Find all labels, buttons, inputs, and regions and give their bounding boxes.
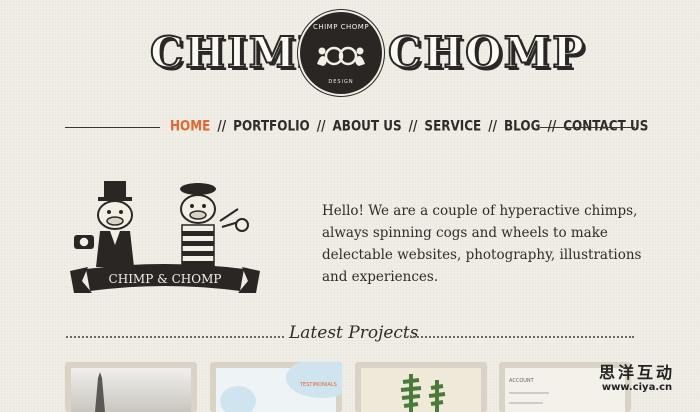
logo-top-text: CHIMP CHOMP xyxy=(312,23,370,31)
nav-item-service[interactable]: SERVICE xyxy=(424,118,481,134)
account-heading: ACCOUNT xyxy=(509,378,534,384)
logo-bottom-text: DESIGN xyxy=(328,79,354,85)
plants-icon xyxy=(400,374,446,412)
nav-separator: // xyxy=(408,117,418,135)
testimonials-webpage: TESTIMONIALS xyxy=(216,362,342,412)
watermark-url: www.ciya.cn xyxy=(601,382,673,393)
testimonials-heading: TESTIMONIALS xyxy=(300,382,337,388)
intro-paragraph: Hello! We are a couple of hyperactive ch… xyxy=(322,202,642,285)
nav-item-blog[interactable]: BLOG xyxy=(504,118,540,134)
tower-icon xyxy=(95,372,105,412)
tower-photo xyxy=(71,368,191,412)
latest-projects-title: Latest Projects xyxy=(289,323,419,343)
project-thumb-1[interactable] xyxy=(65,362,197,412)
logo-badge[interactable]: CHIMP CHOMP DESIGN xyxy=(300,12,382,94)
watermark-main-text: 思洋互动 xyxy=(598,363,675,382)
brand-word-right[interactable]: CHOMP xyxy=(387,31,586,75)
banner-text: CHIMP & CHOMP xyxy=(109,272,222,286)
nav-item-contact-us[interactable]: CONTACT US xyxy=(563,118,648,134)
main-nav: HOME // PORTFOLIO // ABOUT US // SERVICE… xyxy=(170,118,648,134)
chimps-emblem-icon xyxy=(317,46,365,66)
project-thumb-3[interactable] xyxy=(355,362,487,412)
two-chimps-illustration-icon: CHIMP & CHOMP xyxy=(70,181,260,293)
nav-item-about-us[interactable]: ABOUT US xyxy=(333,118,402,134)
nav-rule-right xyxy=(540,127,635,128)
watermark: 思洋互动 www.ciya.cn xyxy=(582,359,692,393)
nav-rule-left xyxy=(65,127,160,128)
plants-photo xyxy=(361,368,481,412)
dotted-rule-right xyxy=(410,336,634,338)
nav-item-portfolio[interactable]: PORTFOLIO xyxy=(233,118,310,134)
nav-separator: // xyxy=(316,117,326,135)
dotted-rule-left xyxy=(66,336,284,338)
nav-separator: // xyxy=(488,117,498,135)
nav-separator: // xyxy=(547,117,557,135)
project-thumb-2[interactable]: TESTIMONIALS xyxy=(210,362,342,412)
nav-item-home[interactable]: HOME xyxy=(170,118,210,134)
nav-separator: // xyxy=(217,117,227,135)
